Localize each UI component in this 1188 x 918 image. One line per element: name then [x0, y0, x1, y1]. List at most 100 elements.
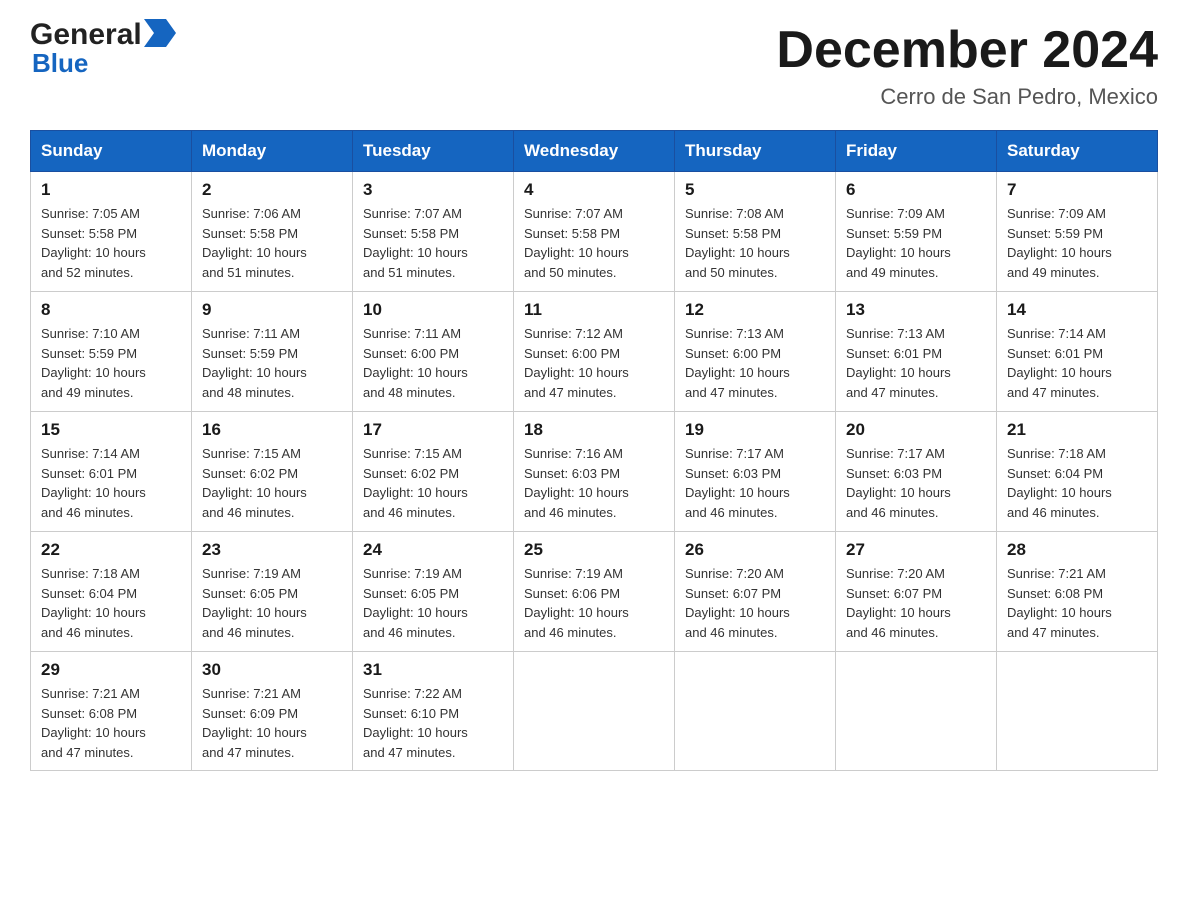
day-number: 4: [524, 180, 664, 200]
day-number: 9: [202, 300, 342, 320]
calendar-cell: 18 Sunrise: 7:16 AM Sunset: 6:03 PM Dayli…: [514, 412, 675, 532]
day-number: 27: [846, 540, 986, 560]
calendar-cell: 12Sunrise: 7:13 AM Sunset: 6:00 PM Dayli…: [675, 292, 836, 412]
calendar-cell: [514, 652, 675, 771]
calendar-cell: 4 Sunrise: 7:07 AM Sunset: 5:58 PM Daylig…: [514, 172, 675, 292]
logo-general-text: General: [30, 20, 142, 50]
day-info: Sunrise: 7:11 AM Sunset: 5:59 PM Dayligh…: [202, 324, 342, 402]
day-number: 17: [363, 420, 503, 440]
day-info: Sunrise: 7:19 AM Sunset: 6:05 PM Dayligh…: [202, 564, 342, 642]
day-number: 20: [846, 420, 986, 440]
day-number: 29: [41, 660, 181, 680]
day-info: Sunrise: 7:09 AM Sunset: 5:59 PM Dayligh…: [1007, 204, 1147, 282]
day-number: 7: [1007, 180, 1147, 200]
day-info: Sunrise: 7:07 AM Sunset: 5:58 PM Dayligh…: [524, 204, 664, 282]
calendar-cell: 22 Sunrise: 7:18 AM Sunset: 6:04 PM Dayli…: [31, 532, 192, 652]
calendar-week-row: 15 Sunrise: 7:14 AM Sunset: 6:01 PM Dayli…: [31, 412, 1158, 532]
day-info: Sunrise: 7:14 AM Sunset: 6:01 PM Dayligh…: [1007, 324, 1147, 402]
day-info: Sunrise: 7:06 AM Sunset: 5:58 PM Dayligh…: [202, 204, 342, 282]
day-number: 30: [202, 660, 342, 680]
day-info: Sunrise: 7:07 AM Sunset: 5:58 PM Dayligh…: [363, 204, 503, 282]
calendar-cell: 17 Sunrise: 7:15 AM Sunset: 6:02 PM Dayli…: [353, 412, 514, 532]
calendar-cell: 29 Sunrise: 7:21 AM Sunset: 6:08 PM Dayli…: [31, 652, 192, 771]
column-header-friday: Friday: [836, 131, 997, 172]
location-title: Cerro de San Pedro, Mexico: [776, 84, 1158, 110]
day-info: Sunrise: 7:10 AM Sunset: 5:59 PM Dayligh…: [41, 324, 181, 402]
calendar-cell: 6Sunrise: 7:09 AM Sunset: 5:59 PM Daylig…: [836, 172, 997, 292]
day-info: Sunrise: 7:18 AM Sunset: 6:04 PM Dayligh…: [41, 564, 181, 642]
calendar-cell: 15 Sunrise: 7:14 AM Sunset: 6:01 PM Dayli…: [31, 412, 192, 532]
column-header-sunday: Sunday: [31, 131, 192, 172]
month-title: December 2024: [776, 20, 1158, 80]
calendar-cell: [675, 652, 836, 771]
calendar-week-row: 29 Sunrise: 7:21 AM Sunset: 6:08 PM Dayli…: [31, 652, 1158, 771]
day-info: Sunrise: 7:19 AM Sunset: 6:06 PM Dayligh…: [524, 564, 664, 642]
title-area: December 2024 Cerro de San Pedro, Mexico: [776, 20, 1158, 110]
day-number: 26: [685, 540, 825, 560]
calendar-table: SundayMondayTuesdayWednesdayThursdayFrid…: [30, 130, 1158, 771]
calendar-header-row: SundayMondayTuesdayWednesdayThursdayFrid…: [31, 131, 1158, 172]
calendar-cell: 14Sunrise: 7:14 AM Sunset: 6:01 PM Dayli…: [997, 292, 1158, 412]
calendar-cell: 13 Sunrise: 7:13 AM Sunset: 6:01 PM Dayli…: [836, 292, 997, 412]
column-header-wednesday: Wednesday: [514, 131, 675, 172]
day-number: 28: [1007, 540, 1147, 560]
day-number: 18: [524, 420, 664, 440]
day-info: Sunrise: 7:18 AM Sunset: 6:04 PM Dayligh…: [1007, 444, 1147, 522]
column-header-tuesday: Tuesday: [353, 131, 514, 172]
day-number: 2: [202, 180, 342, 200]
day-info: Sunrise: 7:16 AM Sunset: 6:03 PM Dayligh…: [524, 444, 664, 522]
calendar-cell: 25 Sunrise: 7:19 AM Sunset: 6:06 PM Dayli…: [514, 532, 675, 652]
calendar-cell: [997, 652, 1158, 771]
day-info: Sunrise: 7:05 AM Sunset: 5:58 PM Dayligh…: [41, 204, 181, 282]
calendar-cell: 7 Sunrise: 7:09 AM Sunset: 5:59 PM Daylig…: [997, 172, 1158, 292]
calendar-cell: 30 Sunrise: 7:21 AM Sunset: 6:09 PM Dayli…: [192, 652, 353, 771]
calendar-cell: 28 Sunrise: 7:21 AM Sunset: 6:08 PM Dayli…: [997, 532, 1158, 652]
calendar-cell: 21 Sunrise: 7:18 AM Sunset: 6:04 PM Dayli…: [997, 412, 1158, 532]
day-number: 1: [41, 180, 181, 200]
logo-blue-text: Blue: [32, 48, 88, 79]
day-number: 22: [41, 540, 181, 560]
day-info: Sunrise: 7:08 AM Sunset: 5:58 PM Dayligh…: [685, 204, 825, 282]
day-number: 12: [685, 300, 825, 320]
day-number: 21: [1007, 420, 1147, 440]
day-info: Sunrise: 7:17 AM Sunset: 6:03 PM Dayligh…: [846, 444, 986, 522]
day-number: 5: [685, 180, 825, 200]
day-info: Sunrise: 7:15 AM Sunset: 6:02 PM Dayligh…: [363, 444, 503, 522]
calendar-cell: 1 Sunrise: 7:05 AM Sunset: 5:58 PM Daylig…: [31, 172, 192, 292]
calendar-cell: 23Sunrise: 7:19 AM Sunset: 6:05 PM Dayli…: [192, 532, 353, 652]
day-number: 16: [202, 420, 342, 440]
calendar-cell: 31Sunrise: 7:22 AM Sunset: 6:10 PM Dayli…: [353, 652, 514, 771]
day-info: Sunrise: 7:14 AM Sunset: 6:01 PM Dayligh…: [41, 444, 181, 522]
calendar-cell: [836, 652, 997, 771]
calendar-cell: 5 Sunrise: 7:08 AM Sunset: 5:58 PM Daylig…: [675, 172, 836, 292]
calendar-cell: 9 Sunrise: 7:11 AM Sunset: 5:59 PM Daylig…: [192, 292, 353, 412]
day-number: 25: [524, 540, 664, 560]
calendar-cell: 3Sunrise: 7:07 AM Sunset: 5:58 PM Daylig…: [353, 172, 514, 292]
day-number: 19: [685, 420, 825, 440]
day-info: Sunrise: 7:13 AM Sunset: 6:01 PM Dayligh…: [846, 324, 986, 402]
calendar-cell: 2 Sunrise: 7:06 AM Sunset: 5:58 PM Daylig…: [192, 172, 353, 292]
page-header: General Blue December 2024 Cerro de San …: [30, 20, 1158, 110]
day-info: Sunrise: 7:21 AM Sunset: 6:09 PM Dayligh…: [202, 684, 342, 762]
column-header-thursday: Thursday: [675, 131, 836, 172]
column-header-monday: Monday: [192, 131, 353, 172]
calendar-cell: 24Sunrise: 7:19 AM Sunset: 6:05 PM Dayli…: [353, 532, 514, 652]
day-info: Sunrise: 7:19 AM Sunset: 6:05 PM Dayligh…: [363, 564, 503, 642]
day-info: Sunrise: 7:12 AM Sunset: 6:00 PM Dayligh…: [524, 324, 664, 402]
day-info: Sunrise: 7:21 AM Sunset: 6:08 PM Dayligh…: [1007, 564, 1147, 642]
calendar-cell: 16Sunrise: 7:15 AM Sunset: 6:02 PM Dayli…: [192, 412, 353, 532]
calendar-week-row: 1 Sunrise: 7:05 AM Sunset: 5:58 PM Daylig…: [31, 172, 1158, 292]
day-number: 31: [363, 660, 503, 680]
day-number: 15: [41, 420, 181, 440]
calendar-cell: 11 Sunrise: 7:12 AM Sunset: 6:00 PM Dayli…: [514, 292, 675, 412]
day-info: Sunrise: 7:21 AM Sunset: 6:08 PM Dayligh…: [41, 684, 181, 762]
day-info: Sunrise: 7:17 AM Sunset: 6:03 PM Dayligh…: [685, 444, 825, 522]
calendar-cell: 27Sunrise: 7:20 AM Sunset: 6:07 PM Dayli…: [836, 532, 997, 652]
calendar-week-row: 8Sunrise: 7:10 AM Sunset: 5:59 PM Daylig…: [31, 292, 1158, 412]
day-number: 6: [846, 180, 986, 200]
day-number: 13: [846, 300, 986, 320]
logo-arrow-icon: [144, 19, 176, 47]
day-number: 11: [524, 300, 664, 320]
logo: General Blue: [30, 20, 176, 79]
calendar-cell: 10Sunrise: 7:11 AM Sunset: 6:00 PM Dayli…: [353, 292, 514, 412]
